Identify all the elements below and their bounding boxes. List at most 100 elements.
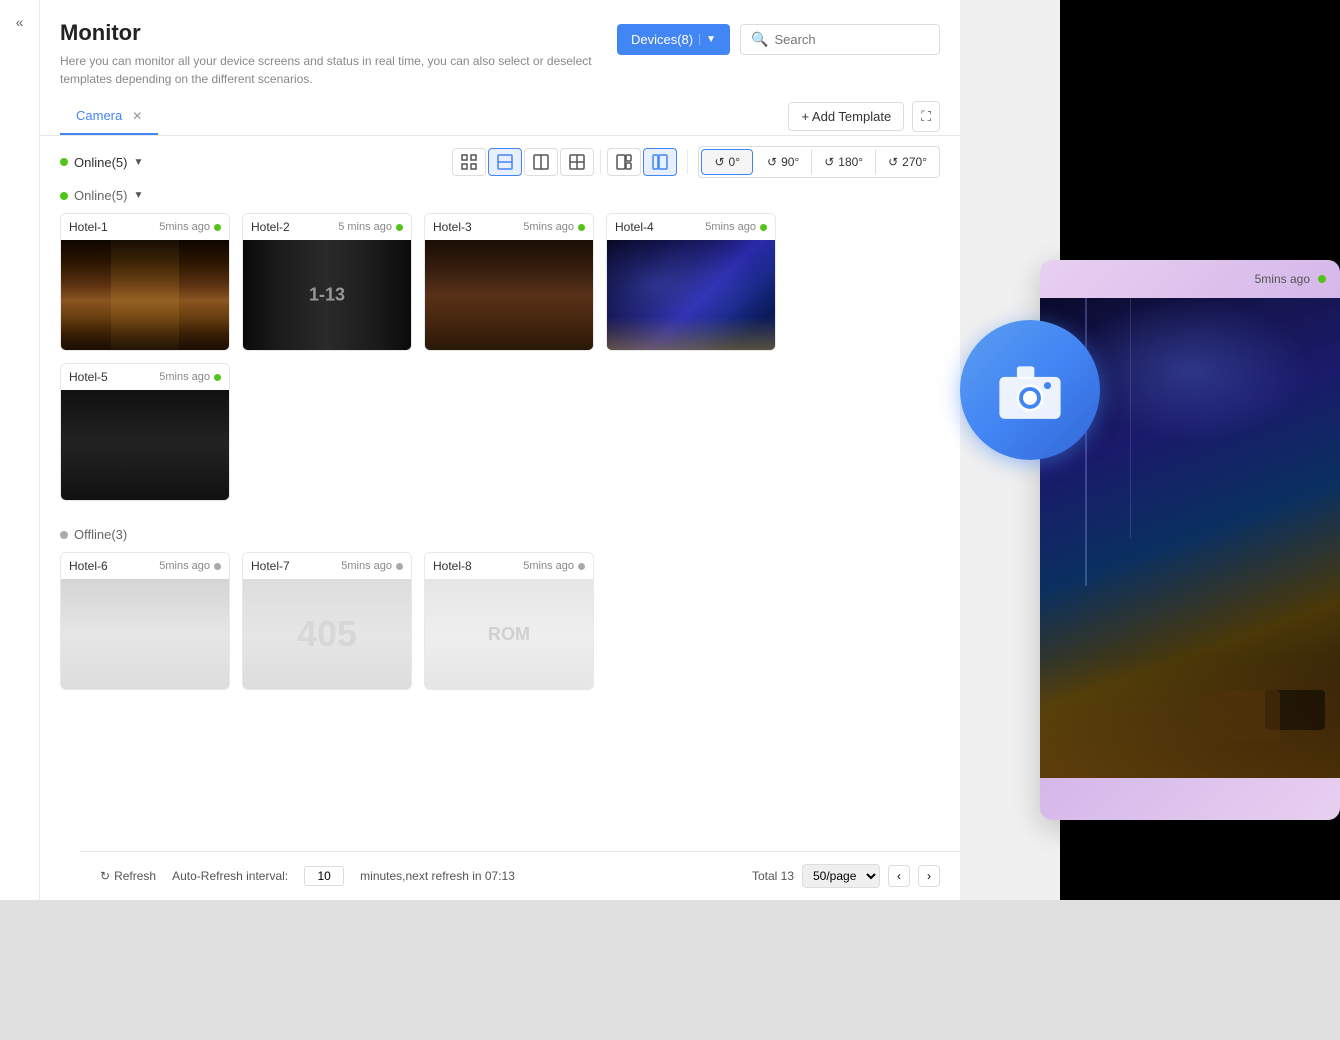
rotation-circle-icon: ↺ xyxy=(714,155,724,169)
chevron-down-icon: ▼ xyxy=(699,34,716,45)
device-thumb-hotel7: 405 xyxy=(243,579,411,689)
device-time-hotel2: 5 mins ago xyxy=(338,221,403,233)
device-name-hotel2: Hotel-2 xyxy=(251,220,290,234)
interval-input[interactable] xyxy=(304,866,344,886)
refresh-button[interactable]: ↻ Refresh xyxy=(100,869,156,883)
next-page-button[interactable]: › xyxy=(918,865,940,887)
fullscreen-icon: ⛶ xyxy=(921,108,931,124)
offline-section-label: Offline(3) xyxy=(74,527,127,542)
device-card-hotel7[interactable]: Hotel-7 5mins ago 405 xyxy=(242,552,412,690)
pagination: Total 13 50/page ‹ › xyxy=(752,864,940,888)
collapse-button[interactable]: « xyxy=(12,10,28,34)
device-time-hotel4: 5mins ago xyxy=(705,221,767,233)
device-thumb-hotel5 xyxy=(61,390,229,500)
tab-camera[interactable]: Camera ✕ xyxy=(60,98,158,135)
offline-indicator-hotel6 xyxy=(214,563,221,570)
device-card-header-hotel4: Hotel-4 5mins ago xyxy=(607,214,775,240)
device-time-hotel6: 5mins ago xyxy=(159,560,221,572)
search-box: 🔍 xyxy=(740,24,940,55)
device-card-header-hotel5: Hotel-5 5mins ago xyxy=(61,364,229,390)
camera-popup: 5mins ago xyxy=(1000,260,1340,880)
page-header: Monitor Here you can monitor all your de… xyxy=(40,0,960,98)
device-time-hotel7: 5mins ago xyxy=(341,560,403,572)
device-card-header-hotel3: Hotel-3 5mins ago xyxy=(425,214,593,240)
toolbar-right: ↺ 0° ↺ 90° ↺ 180° ↺ 270° xyxy=(452,146,940,178)
popup-time: 5mins ago xyxy=(1255,272,1310,286)
rotation-circle-270-icon: ↺ xyxy=(888,155,898,169)
page-description: Here you can monitor all your device scr… xyxy=(60,52,617,88)
device-name-hotel8: Hotel-8 xyxy=(433,559,472,573)
rotation-180-button[interactable]: ↺ 180° xyxy=(812,150,876,174)
rotation-180-label: 180° xyxy=(838,155,863,169)
view-single-button[interactable] xyxy=(524,148,558,176)
interval-unit: minutes,next refresh in 07:13 xyxy=(360,869,515,883)
online-section-dot xyxy=(60,192,68,200)
device-name-hotel6: Hotel-6 xyxy=(69,559,108,573)
tab-close-icon[interactable]: ✕ xyxy=(132,109,142,123)
devices-button[interactable]: Devices(8) ▼ xyxy=(617,24,730,55)
view-layout1-button[interactable] xyxy=(607,148,641,176)
device-card-header-hotel2: Hotel-2 5 mins ago xyxy=(243,214,411,240)
search-input[interactable] xyxy=(774,32,929,47)
online-indicator-hotel3 xyxy=(578,224,585,231)
device-card-header-hotel6: Hotel-6 5mins ago xyxy=(61,553,229,579)
device-thumb-hotel2: 1-13 xyxy=(243,240,411,350)
online-label: Online(5) xyxy=(74,155,127,170)
device-name-hotel5: Hotel-5 xyxy=(69,370,108,384)
rotation-270-button[interactable]: ↺ 270° xyxy=(876,150,939,174)
device-card-hotel2[interactable]: Hotel-2 5 mins ago 1-13 xyxy=(242,213,412,351)
online-dot xyxy=(60,158,68,166)
view-fit-button[interactable] xyxy=(452,148,486,176)
online-devices-section: Online(5) ▼ Hotel-1 5mins ago xyxy=(40,188,960,511)
offline-devices-row: Hotel-6 5mins ago Hotel-7 5mins ago xyxy=(60,552,940,690)
devices-label: Devices(8) xyxy=(631,32,693,47)
device-card-header-hotel8: Hotel-8 5mins ago xyxy=(425,553,593,579)
device-card-hotel6[interactable]: Hotel-6 5mins ago xyxy=(60,552,230,690)
device-card-hotel5[interactable]: Hotel-5 5mins ago xyxy=(60,363,230,501)
prev-page-button[interactable]: ‹ xyxy=(888,865,910,887)
online-dropdown-icon[interactable]: ▼ xyxy=(133,190,143,201)
auto-refresh-label: Auto-Refresh interval: xyxy=(172,869,288,883)
online-section-header: Online(5) ▼ xyxy=(60,188,940,203)
device-card-hotel8[interactable]: Hotel-8 5mins ago ROM xyxy=(424,552,594,690)
online-indicator-hotel1 xyxy=(214,224,221,231)
device-time-hotel8: 5mins ago xyxy=(523,560,585,572)
device-card-hotel1[interactable]: Hotel-1 5mins ago xyxy=(60,213,230,351)
hotel2-text: 1-13 xyxy=(309,285,345,306)
tab-camera-label: Camera xyxy=(76,108,122,123)
device-time-hotel3: 5mins ago xyxy=(523,221,585,233)
popup-online-indicator xyxy=(1318,275,1326,283)
device-time-hotel1: 5mins ago xyxy=(159,221,221,233)
rotation-90-button[interactable]: ↺ 90° xyxy=(755,150,812,174)
refresh-label: Refresh xyxy=(114,869,156,883)
footer-bar: ↻ Refresh Auto-Refresh interval: minutes… xyxy=(80,851,960,900)
device-card-hotel3[interactable]: Hotel-3 5mins ago xyxy=(424,213,594,351)
device-thumb-hotel4 xyxy=(607,240,775,350)
device-thumb-hotel3 xyxy=(425,240,593,350)
device-thumb-hotel1 xyxy=(61,240,229,350)
rotation-270-label: 270° xyxy=(902,155,927,169)
sidebar: « xyxy=(0,0,40,900)
dropdown-arrow-icon[interactable]: ▼ xyxy=(133,157,143,168)
camera-icon xyxy=(995,355,1065,425)
tabs-bar: Camera ✕ + Add Template ⛶ xyxy=(40,98,960,136)
view-grid-button[interactable] xyxy=(488,148,522,176)
camera-icon-circle[interactable] xyxy=(960,320,1100,460)
toolbar-left: Online(5) ▼ xyxy=(60,155,143,170)
fullscreen-button[interactable]: ⛶ xyxy=(912,101,940,132)
popup-header: 5mins ago xyxy=(1040,260,1340,298)
main-content: Monitor Here you can monitor all your de… xyxy=(40,0,960,900)
page-size-select[interactable]: 50/page xyxy=(802,864,880,888)
device-thumb-hotel6 xyxy=(61,579,229,689)
online-section-label: Online(5) xyxy=(74,188,127,203)
online-indicator-hotel5 xyxy=(214,374,221,381)
add-template-button[interactable]: + Add Template xyxy=(788,102,904,131)
device-thumb-hotel8: ROM xyxy=(425,579,593,689)
view-quad-button[interactable] xyxy=(560,148,594,176)
online-indicator-hotel2 xyxy=(396,224,403,231)
online-indicator-hotel4 xyxy=(760,224,767,231)
offline-indicator-hotel8 xyxy=(578,563,585,570)
rotation-0-button[interactable]: ↺ 0° xyxy=(701,149,753,175)
view-layout2-button[interactable] xyxy=(643,148,677,176)
device-card-hotel4[interactable]: Hotel-4 5mins ago xyxy=(606,213,776,351)
